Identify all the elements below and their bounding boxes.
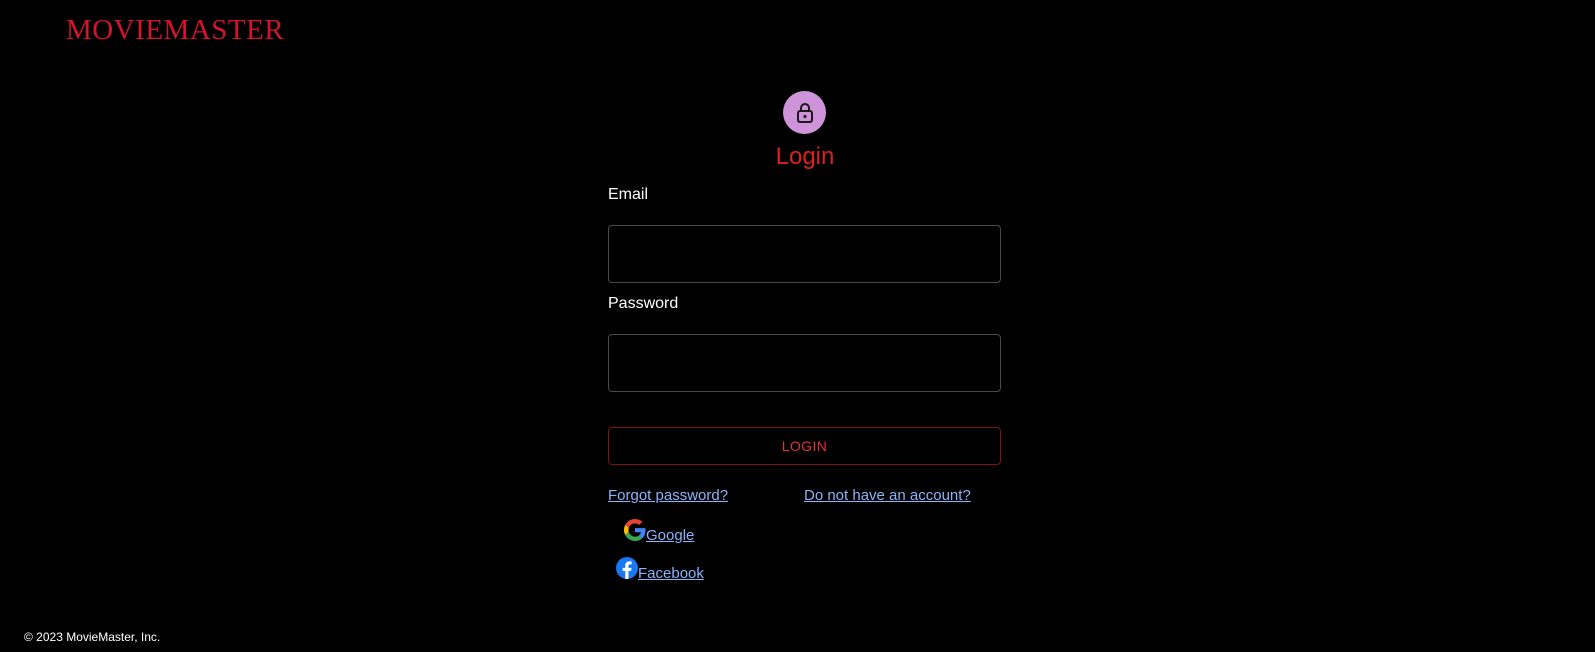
login-button[interactable]: LOGIN bbox=[608, 427, 1001, 465]
brand-logo[interactable]: MOVIEMASTER bbox=[66, 14, 284, 47]
email-label: Email bbox=[608, 186, 649, 203]
login-title: Login bbox=[775, 143, 835, 170]
facebook-icon bbox=[616, 557, 638, 579]
password-field[interactable] bbox=[608, 334, 1001, 392]
footer-copyright: © 2023 MovieMaster, Inc. bbox=[24, 630, 161, 644]
lock-icon bbox=[796, 102, 813, 123]
facebook-login-link[interactable]: Facebook bbox=[616, 557, 704, 582]
signup-link[interactable]: Do not have an account? bbox=[804, 487, 971, 504]
email-field[interactable] bbox=[608, 225, 1001, 283]
password-label: Password bbox=[608, 295, 679, 312]
lock-avatar bbox=[783, 91, 826, 134]
forgot-password-link[interactable]: Forgot password? bbox=[608, 487, 728, 504]
google-login-link[interactable]: Google bbox=[624, 519, 694, 544]
google-label: Google bbox=[646, 527, 695, 544]
google-icon bbox=[624, 519, 646, 541]
facebook-label: Facebook bbox=[638, 565, 704, 582]
login-page: MOVIEMASTER Login Email Password LOGIN F… bbox=[0, 0, 1595, 652]
